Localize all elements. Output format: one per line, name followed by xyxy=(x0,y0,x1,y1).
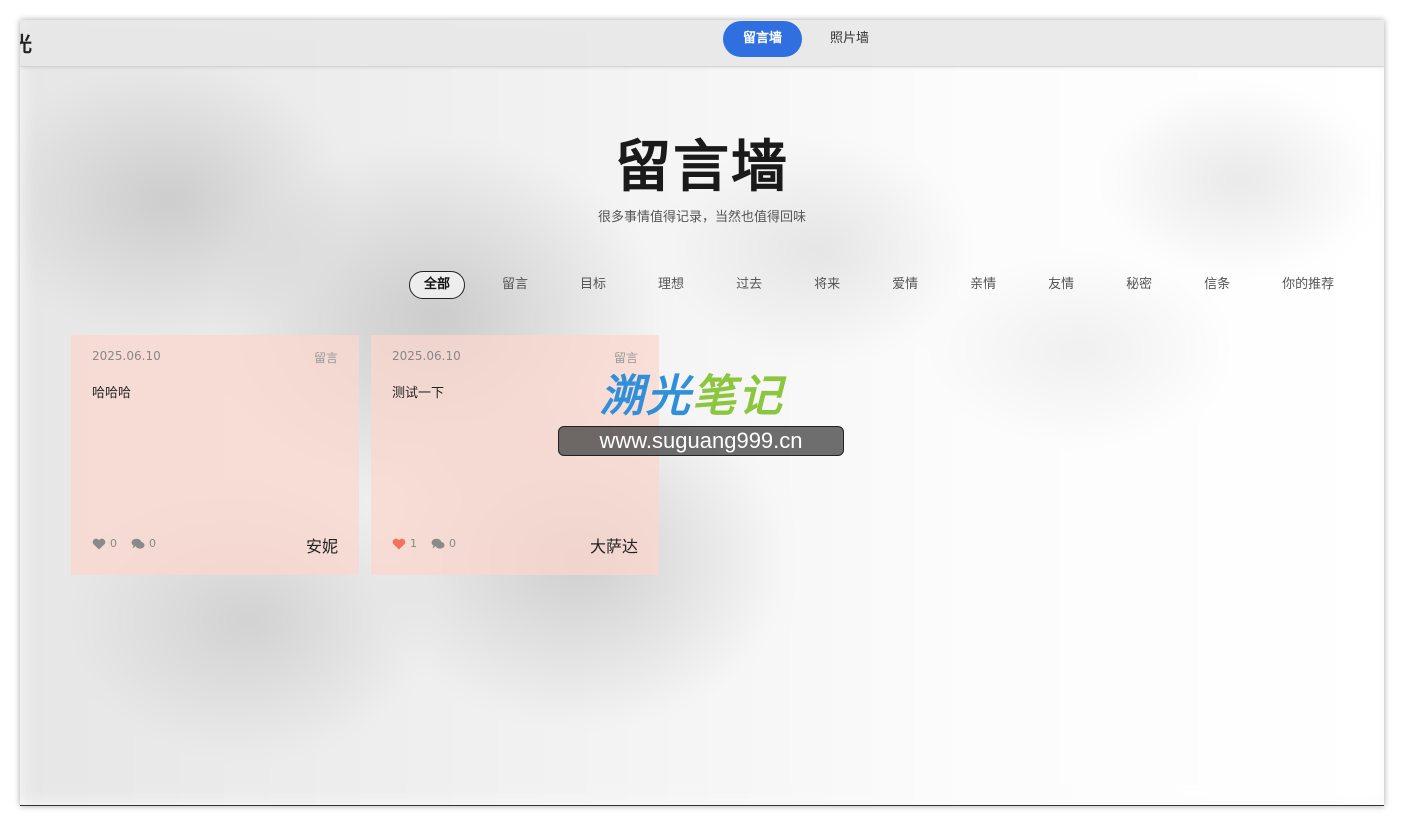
card-date: 2025.06.10 xyxy=(92,349,161,363)
card-category: 留言 xyxy=(313,351,338,365)
watermark: 溯光笔记 www.suguang999.cn xyxy=(558,360,848,460)
tab-ideal[interactable]: 理想 xyxy=(643,271,699,299)
watermark-brand-a: 溯光 xyxy=(600,371,692,422)
tab-all[interactable]: 全部 xyxy=(409,271,466,299)
tab-secret[interactable]: 秘密 xyxy=(1111,271,1167,299)
tab-love[interactable]: 爱情 xyxy=(877,271,933,299)
heart-icon[interactable] xyxy=(392,538,406,550)
tab-family[interactable]: 亲情 xyxy=(955,271,1011,299)
comment-count: 0 xyxy=(449,537,456,550)
card-author: 大萨达 xyxy=(589,537,638,556)
like-count: 0 xyxy=(110,537,117,550)
watermark-brand: 溯光笔记 xyxy=(600,360,784,424)
heart-icon[interactable] xyxy=(92,538,106,550)
card-stats: 0 0 xyxy=(92,537,156,550)
tab-creed[interactable]: 信条 xyxy=(1189,271,1245,299)
main-nav: 留言墙 照片墙 xyxy=(723,21,889,57)
page-title: 留言墙 xyxy=(615,135,789,200)
tab-past[interactable]: 过去 xyxy=(721,271,777,299)
tab-recommend[interactable]: 你的推荐 xyxy=(1267,271,1349,299)
like-count: 1 xyxy=(410,537,417,550)
card-stats: 1 0 xyxy=(392,537,456,550)
comment-count: 0 xyxy=(149,537,156,550)
card-content: 测试一下 xyxy=(392,386,445,401)
card-date: 2025.06.10 xyxy=(392,349,461,363)
browser-viewport: 光 留言墙 照片墙 留言墙 很多事情值得记录，当然也值得回味 全部 留言 目标 … xyxy=(20,20,1384,806)
category-tabs: 全部 留言 目标 理想 过去 将来 爱情 亲情 友情 秘密 信条 你的推荐 xyxy=(409,271,1349,299)
top-navbar: 光 留言墙 照片墙 xyxy=(20,20,1384,67)
nav-photo-wall[interactable]: 照片墙 xyxy=(810,21,889,57)
card-content: 哈哈哈 xyxy=(92,386,132,401)
tab-future[interactable]: 将来 xyxy=(799,271,855,299)
message-card[interactable]: 2025.06.10 留言 哈哈哈 0 0 安妮 xyxy=(71,335,359,575)
tab-message[interactable]: 留言 xyxy=(487,271,543,299)
watermark-url: www.suguang999.cn xyxy=(558,426,844,456)
comment-icon[interactable] xyxy=(431,538,445,550)
nav-message-wall[interactable]: 留言墙 xyxy=(723,21,803,57)
comment-icon[interactable] xyxy=(131,538,145,550)
watermark-brand-b: 笔记 xyxy=(692,371,784,422)
page-subtitle: 很多事情值得记录，当然也值得回味 xyxy=(597,210,806,225)
tab-friendship[interactable]: 友情 xyxy=(1033,271,1089,299)
site-logo[interactable]: 光 xyxy=(20,28,32,57)
card-author: 安妮 xyxy=(305,537,338,556)
tab-goal[interactable]: 目标 xyxy=(565,271,621,299)
